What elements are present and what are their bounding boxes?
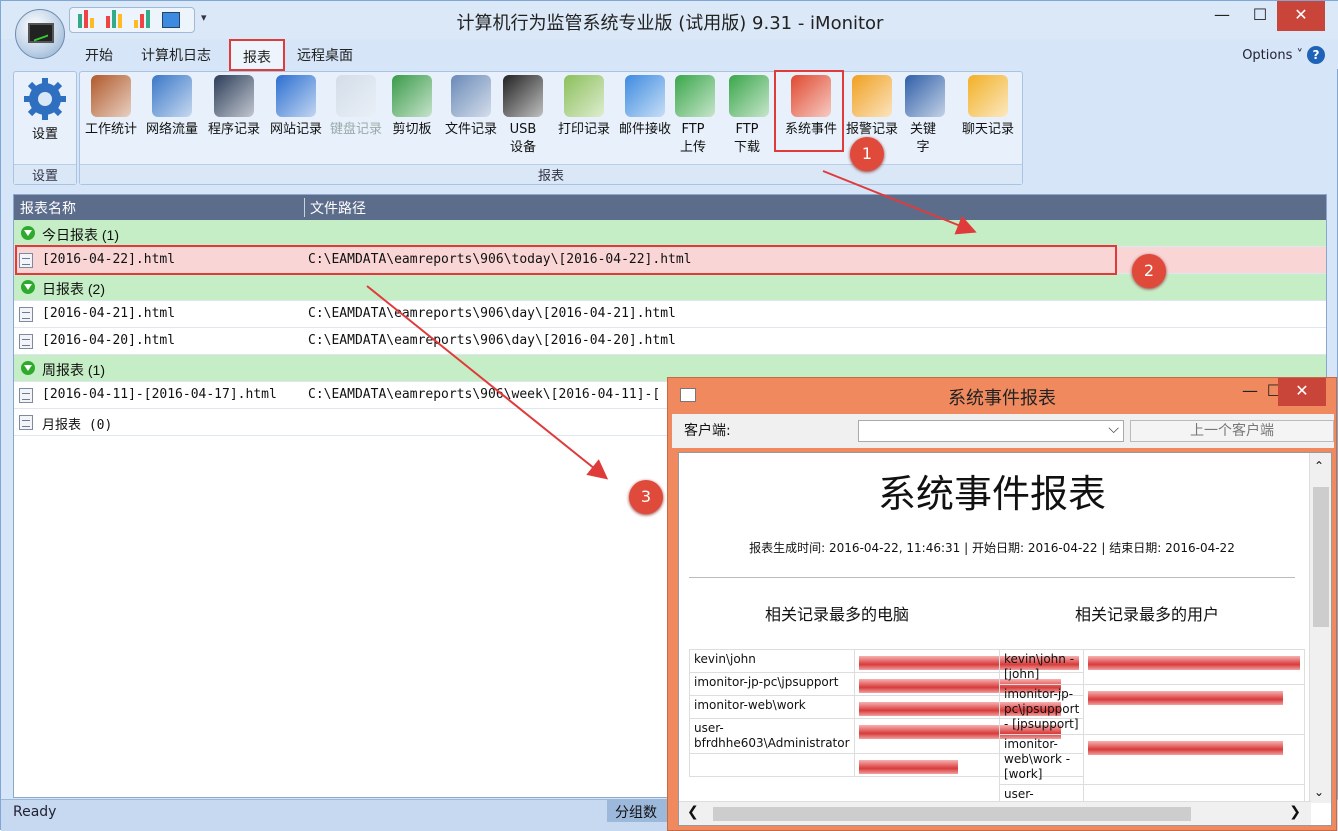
report-horizontal-scrollbar[interactable]: ❮ ❯ bbox=[679, 801, 1311, 825]
top-users-table: kevin\john - [john] imonitor-jp-pc\jpsupp… bbox=[998, 649, 1306, 805]
count-bar bbox=[1088, 656, 1301, 670]
count-bar-cell bbox=[1083, 649, 1306, 685]
hscroll-thumb[interactable] bbox=[713, 807, 1191, 821]
table-row: imonitor-web\work - [work] bbox=[998, 734, 1306, 785]
prev-client-button[interactable]: 上一个客户端 bbox=[1130, 420, 1334, 442]
callout-1: 1 bbox=[850, 137, 884, 171]
client-toolbar: 客户端: 上一个客户端 bbox=[672, 414, 1334, 448]
scroll-down-icon[interactable]: ⌄ bbox=[1314, 785, 1324, 799]
entity-name bbox=[689, 753, 855, 777]
entity-name: imonitor-web\work bbox=[689, 695, 855, 719]
scroll-up-icon[interactable]: ⌃ bbox=[1314, 459, 1324, 473]
vscroll-thumb[interactable] bbox=[1313, 487, 1329, 627]
table-row: kevin\john - [john] bbox=[998, 649, 1306, 685]
count-bar bbox=[1088, 691, 1284, 705]
scroll-right-icon[interactable]: ❯ bbox=[1289, 804, 1301, 820]
report-divider bbox=[689, 577, 1295, 578]
popup-close-button[interactable]: ✕ bbox=[1278, 378, 1326, 406]
table-row: imonitor-jp-pc\jpsupport - [jpsupport] bbox=[998, 684, 1306, 735]
entity-name: user-bfrdhhe603\Administrator bbox=[689, 718, 855, 754]
entity-name: imonitor-jp-pc\jpsupport bbox=[689, 672, 855, 696]
entity-name: imonitor-jp-pc\jpsupport - [jpsupport] bbox=[998, 684, 1085, 735]
report-meta: 报表生成时间: 2016-04-22, 11:46:31 | 开始日期: 201… bbox=[749, 541, 1235, 555]
client-label: 客户端: bbox=[684, 423, 731, 439]
count-bar-cell bbox=[1083, 734, 1306, 785]
report-heading: 系统事件报表 bbox=[877, 472, 1106, 516]
top-users-title: 相关记录最多的用户 bbox=[1075, 605, 1220, 624]
system-events-report-window: 系统事件报表 — ☐ ✕ 客户端: 上一个客户端 系统事件报表 报表生成时间: … bbox=[667, 377, 1337, 831]
callout-2: 2 bbox=[1132, 254, 1166, 288]
count-bar bbox=[858, 760, 958, 774]
main-window: ▾ 计算机行为监管系统专业版 (试用版) 9.31 - iMonitor — ☐… bbox=[0, 0, 1338, 831]
callout-3: 3 bbox=[629, 480, 663, 514]
count-bar-cell bbox=[1083, 684, 1306, 735]
report-view[interactable]: 系统事件报表 报表生成时间: 2016-04-22, 11:46:31 | 开始… bbox=[678, 452, 1332, 826]
entity-name: kevin\john bbox=[689, 649, 855, 673]
scroll-left-icon[interactable]: ❮ bbox=[687, 804, 699, 820]
report-vertical-scrollbar[interactable]: ⌃ ⌄ bbox=[1309, 453, 1331, 803]
entity-name: imonitor-web\work - [work] bbox=[998, 734, 1085, 785]
entity-name: kevin\john - [john] bbox=[998, 649, 1085, 685]
client-select[interactable] bbox=[858, 420, 1124, 442]
top-computers-title: 相关记录最多的电脑 bbox=[765, 605, 910, 624]
count-bar bbox=[1088, 741, 1284, 755]
